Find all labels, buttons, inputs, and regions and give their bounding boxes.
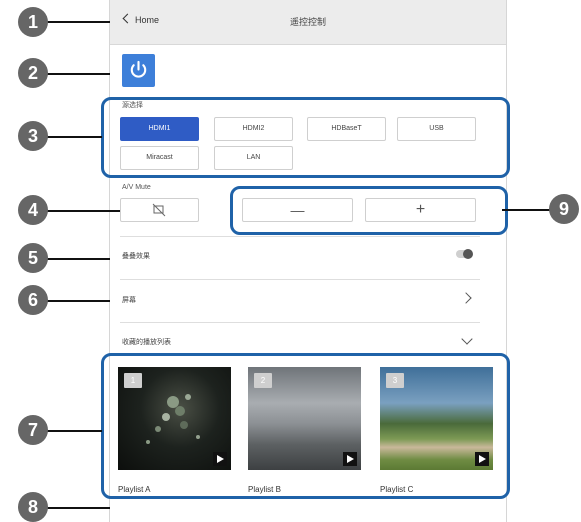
top-bar: Home 遥控控制 — [110, 0, 506, 45]
callout-leader — [45, 136, 102, 138]
callout-leader — [45, 73, 110, 75]
power-button[interactable] — [122, 54, 155, 87]
favorite-playlists-label: 收藏的播放列表 — [122, 339, 171, 346]
callout-leader — [45, 430, 102, 432]
power-icon — [130, 60, 147, 78]
page-title: 遥控控制 — [289, 17, 326, 27]
source-highlight — [101, 97, 510, 178]
av-mute-label: A/V Mute — [122, 184, 151, 191]
divider — [120, 236, 480, 237]
callout-7: 7 — [18, 415, 48, 445]
chevron-right-icon[interactable] — [460, 292, 472, 304]
callout-3: 3 — [18, 121, 48, 151]
divider — [120, 322, 480, 323]
callout-leader — [45, 300, 110, 302]
callout-leader — [502, 209, 552, 211]
callout-6: 6 — [18, 285, 48, 315]
callout-9: 9 — [549, 194, 579, 224]
callout-leader — [45, 507, 110, 509]
callout-1: 1 — [18, 7, 48, 37]
divider — [120, 279, 480, 280]
screen-label: 屏幕 — [122, 297, 136, 304]
playlist-highlight — [101, 353, 510, 499]
av-mute-button[interactable] — [120, 198, 199, 222]
callout-leader — [45, 210, 120, 212]
callout-8: 8 — [18, 492, 48, 522]
av-mute-icon — [152, 203, 166, 217]
callout-leader — [45, 21, 110, 23]
callout-leader — [45, 258, 110, 260]
overlay-effect-label: 叠叠效果 — [122, 253, 150, 260]
toggle-knob — [463, 249, 473, 259]
overlay-effect-toggle[interactable] — [456, 249, 473, 259]
callout-4: 4 — [18, 195, 48, 225]
callout-2: 2 — [18, 58, 48, 88]
callout-5: 5 — [18, 243, 48, 273]
volume-highlight — [230, 186, 508, 235]
chevron-down-icon[interactable] — [461, 333, 473, 345]
